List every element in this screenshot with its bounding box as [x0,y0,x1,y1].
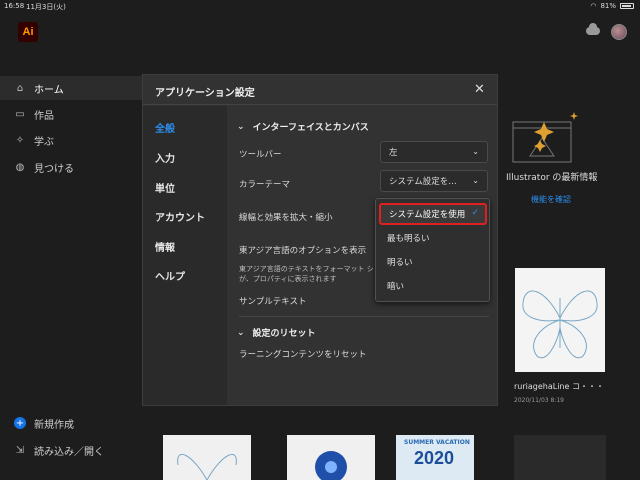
reset-learning-label[interactable]: ラーニングコンテンツをリセット [239,348,367,360]
status-date: 11月3日(火) [26,3,66,11]
bottom-thumbnail-2[interactable] [287,435,375,480]
bottom-thumbnail-4[interactable] [514,435,606,480]
folder-icon: ▭ [15,108,25,120]
scale-label: 線幅と効果を拡大・縮小 [239,213,333,223]
new-button[interactable]: + 新規作成 [0,411,142,435]
chevron-down-icon: ⌄ [472,176,479,185]
section-interface[interactable]: ⌄ インターフェイスとカンバス [237,120,369,134]
dialog-title: アプリケーション設定 [155,88,255,99]
home-icon: ⌂ [16,82,24,94]
theme-label: カラーテーマ [239,180,291,190]
sample-text-label: サンプルテキスト [239,297,307,307]
toolbar-select[interactable]: 左 ⌄ [380,141,488,163]
new-label: 新規作成 [34,419,74,431]
card-name: ruriagehaLine コ・・・ [514,382,604,391]
nav-info[interactable]: 情報 [155,239,175,254]
wifi-icon: ◠ [590,2,597,10]
year-text: 2020 [414,448,455,468]
battery-icon [620,3,634,9]
section-reset[interactable]: ⌄ 設定のリセット [237,326,316,340]
theme-select[interactable]: システム設定を… ⌄ [380,170,488,192]
nav-input[interactable]: 入力 [155,150,175,165]
theme-option-dark[interactable]: 暗い [379,275,487,297]
option-label: システム設定を使用 [389,210,466,220]
checkmark-icon: ✓ [471,208,479,218]
status-right: ◠ 81% [590,2,634,10]
plus-icon: + [14,417,26,429]
import-label: 読み込み／開く [34,446,104,458]
chevron-down-icon: ⌄ [237,121,245,132]
battery-percent: 81% [600,2,616,10]
import-icon: ⇲ [15,444,25,456]
bottom-thumbnail-3[interactable]: SUMMER VACATION 2020 [396,435,474,480]
toolbar-select-value: 左 [389,148,398,158]
status-time: 16:58 [4,2,25,10]
section-interface-title: インターフェイスとカンバス [252,123,369,133]
close-icon[interactable]: ✕ [474,82,485,97]
status-bar: 16:58 11月3日(火) ◠ 81% [0,0,640,14]
toolbar-label: ツールバー [239,150,282,160]
whatsnew-title: Illustrator の最新情報 [506,173,598,183]
divider [239,316,489,317]
theme-option-brightest[interactable]: 最も明るい [379,227,487,249]
theme-option-system[interactable]: システム設定を使用 ✓ [379,203,487,225]
sidebar-item-works[interactable]: ▭ 作品 [0,102,142,126]
cloud-icon[interactable] [586,23,600,35]
theme-dropdown-menu: システム設定を使用 ✓ 最も明るい 明るい 暗い [375,198,490,302]
sidebar-item-label: ホーム [34,84,64,96]
settings-nav: 全般 入力 単位 アカウント 情報 ヘルプ [143,106,227,405]
eastasia-desc: 東アジア言語のテキストをフォーマット ションが、プロパティに表示されます [239,265,388,283]
eastasia-label: 東アジア言語のオプションを表示 [239,246,367,256]
sidebar-item-label: 作品 [34,110,54,122]
app-logo: Ai [18,22,38,42]
avatar[interactable] [611,24,627,40]
nav-help[interactable]: ヘルプ [155,268,185,283]
whatsnew-illustration [512,112,578,163]
option-label: 暗い [387,282,405,292]
sidebar-item-discover[interactable]: ◍ 見つける [0,155,142,179]
whatsnew-link[interactable]: 機能を確認 [531,194,571,205]
nav-general[interactable]: 全般 [155,120,175,135]
card-date: 2020/11/03 8:19 [514,397,564,404]
chevron-down-icon: ⌄ [237,327,245,338]
nav-units[interactable]: 単位 [155,180,175,195]
sidebar-item-home[interactable]: ⌂ ホーム [0,76,142,100]
chevron-down-icon: ⌄ [472,147,479,156]
sidebar-item-learn[interactable]: ✧ 学ぶ [0,128,142,152]
globe-icon: ◍ [15,161,25,173]
theme-option-light[interactable]: 明るい [379,251,487,273]
option-label: 明るい [387,258,413,268]
section-reset-title: 設定のリセット [252,329,316,339]
butterfly-thumbnail[interactable] [515,268,605,372]
nav-account[interactable]: アカウント [155,209,205,224]
summer-text: SUMMER VACATION [404,439,470,446]
theme-select-value: システム設定を… [389,177,457,187]
dialog-header: アプリケーション設定 ✕ [143,75,497,105]
option-label: 最も明るい [387,234,430,244]
import-open-button[interactable]: ⇲ 読み込み／開く [0,438,142,462]
blue-butterfly-art [315,451,347,480]
sidebar-item-label: 学ぶ [34,136,54,148]
bottom-thumbnail-1[interactable] [163,435,251,480]
bulb-icon: ✧ [15,134,25,146]
butterfly-art [177,453,237,480]
sidebar-item-label: 見つける [34,163,74,175]
